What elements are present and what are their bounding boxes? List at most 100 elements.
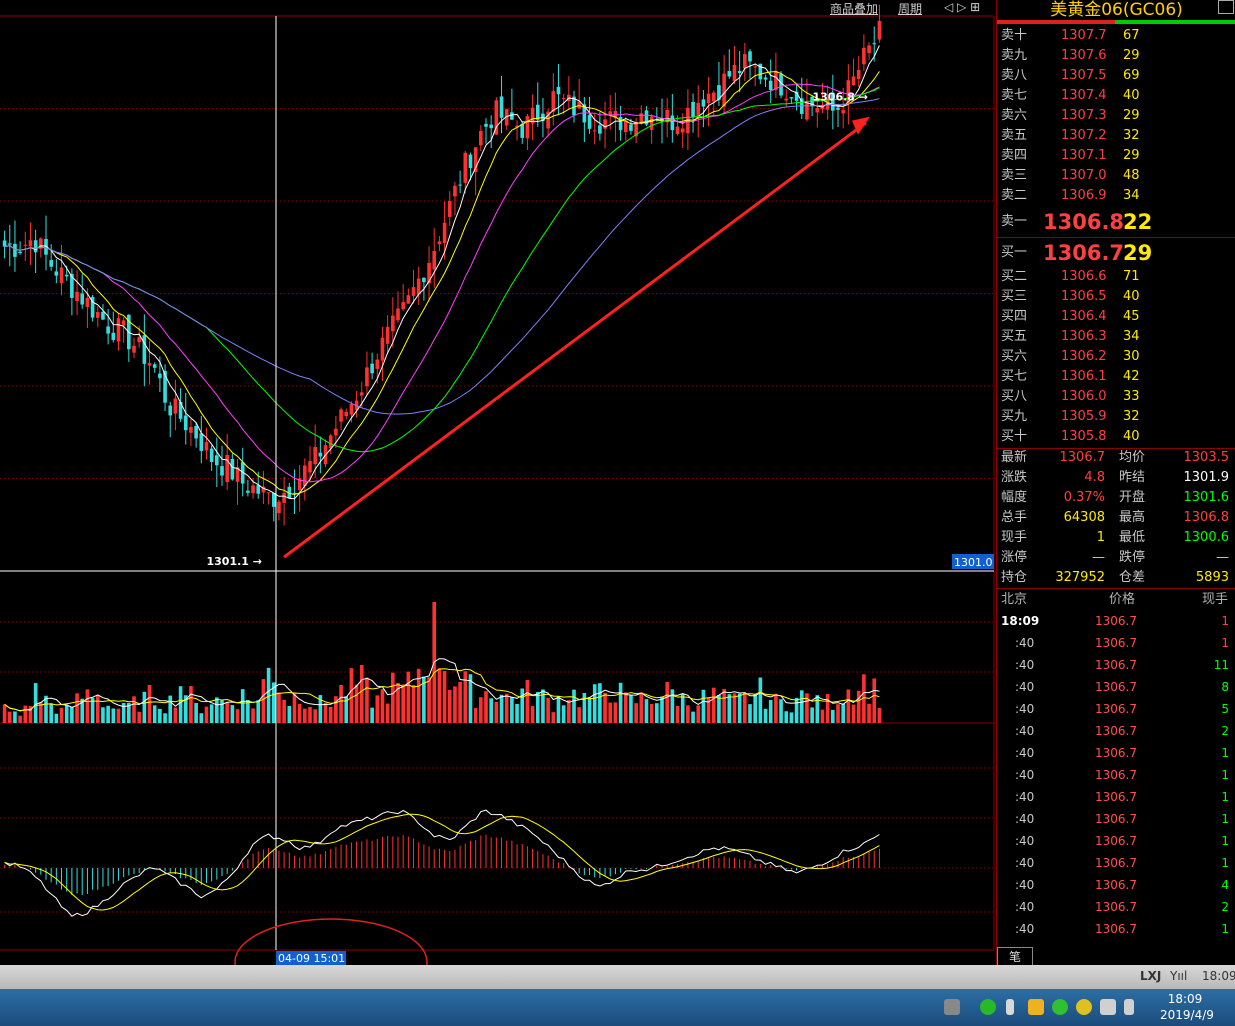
- network-icon[interactable]: [1100, 999, 1116, 1015]
- tick-row[interactable]: :40 1306.7 11: [997, 654, 1235, 676]
- bid-row[interactable]: 买一 1306.7 29: [997, 239, 1235, 267]
- tick-row[interactable]: :40 1306.7 1: [997, 830, 1235, 852]
- tick-row[interactable]: :40 1306.7 1: [997, 632, 1235, 654]
- keyboard-icon[interactable]: [944, 999, 960, 1015]
- wechat-icon[interactable]: [980, 999, 996, 1015]
- ob-label: 卖一: [1001, 214, 1028, 229]
- candlestick-chart[interactable]: 1306.8 → 1301.1 → 1301.0 04-09 15:01 商品叠加 周…: [0, 0, 996, 965]
- tick-row[interactable]: :40 1306.7 8: [997, 676, 1235, 698]
- volume-bar: [525, 680, 530, 723]
- tick-row[interactable]: :40 1306.7 1: [997, 808, 1235, 830]
- tab-ticks[interactable]: 笔: [997, 947, 1033, 966]
- overlay-button[interactable]: 商品叠加: [830, 0, 878, 17]
- ob-volume: 29: [1123, 148, 1140, 163]
- volume-bar: [696, 705, 701, 723]
- candle-body: [649, 116, 654, 130]
- volume-bar: [411, 685, 416, 723]
- volume-bar: [308, 706, 312, 723]
- volume-bar: [365, 677, 369, 723]
- volume-bar: [189, 686, 193, 723]
- candle-body: [691, 101, 695, 118]
- volume-bar: [54, 713, 59, 723]
- app-tray-icon[interactable]: [1028, 999, 1044, 1015]
- tick-row[interactable]: :40 1306.7 2: [997, 896, 1235, 918]
- volume-bar: [7, 711, 12, 723]
- candle-body: [763, 77, 768, 80]
- bid-row[interactable]: 买十 1305.8 40: [997, 427, 1235, 447]
- ask-row[interactable]: 卖五 1307.2 32: [997, 126, 1235, 146]
- candle-body: [706, 93, 711, 104]
- candle-body: [789, 97, 794, 99]
- clock[interactable]: 18:09 2019/4/9: [1160, 991, 1214, 1023]
- ob-price: 1307.3: [1061, 108, 1107, 123]
- thermometer-icon[interactable]: [1006, 999, 1014, 1015]
- volume-bar: [251, 708, 255, 723]
- volume-bar: [59, 707, 64, 723]
- tick-row[interactable]: :40 1306.7 1: [997, 742, 1235, 764]
- tick-row[interactable]: :40 1306.7 1: [997, 852, 1235, 874]
- window-restore-icon[interactable]: [1218, 0, 1234, 14]
- candle-body: [836, 107, 840, 110]
- nav-buttons[interactable]: ◁ ▷ ⊞: [944, 0, 980, 14]
- volume-bar: [323, 702, 328, 723]
- volume-bar: [810, 707, 814, 723]
- bid-row[interactable]: 买五 1306.3 34: [997, 327, 1235, 347]
- candle-body: [551, 91, 556, 112]
- quote-row: 现手 1 最低 1300.6: [997, 528, 1235, 548]
- ob-price: 1306.4: [1061, 309, 1107, 324]
- ask-row[interactable]: 卖十 1307.7 67: [997, 26, 1235, 46]
- ask-row[interactable]: 卖八 1307.5 69: [997, 66, 1235, 86]
- ticks-header: 北京 价格 现手: [997, 590, 1235, 610]
- volume-bar: [758, 677, 763, 723]
- ask-row[interactable]: 卖三 1307.0 48: [997, 166, 1235, 186]
- volume-bar: [49, 703, 53, 723]
- candle-body: [680, 128, 685, 133]
- bid-row[interactable]: 买四 1306.4 45: [997, 307, 1235, 327]
- tick-row[interactable]: :40 1306.7 5: [997, 698, 1235, 720]
- bid-row[interactable]: 买七 1306.1 42: [997, 367, 1235, 387]
- tick-row[interactable]: :40 1306.7 4: [997, 874, 1235, 896]
- bid-row[interactable]: 买九 1305.9 32: [997, 407, 1235, 427]
- green-tray-icon[interactable]: [1052, 999, 1068, 1015]
- candle-body: [256, 485, 261, 494]
- volume-bar: [613, 702, 618, 723]
- candle-body: [561, 97, 566, 99]
- ob-label: 卖三: [1001, 168, 1028, 183]
- ask-row[interactable]: 卖一 1306.8 22: [997, 208, 1235, 236]
- volume-bar: [101, 707, 105, 723]
- yellow-tray-icon[interactable]: [1076, 999, 1092, 1015]
- period-button[interactable]: 周期: [898, 0, 922, 17]
- tick-row[interactable]: :40 1306.7 1: [997, 918, 1235, 940]
- candle-body: [49, 260, 53, 267]
- bid-row[interactable]: 买六 1306.2 30: [997, 347, 1235, 367]
- ask-row[interactable]: 卖六 1307.3 29: [997, 106, 1235, 126]
- tick-row[interactable]: :40 1306.7 1: [997, 764, 1235, 786]
- bid-row[interactable]: 买三 1306.5 40: [997, 287, 1235, 307]
- candle-body: [2, 240, 7, 247]
- ask-row[interactable]: 卖二 1306.9 34: [997, 186, 1235, 206]
- ask-row[interactable]: 卖九 1307.6 29: [997, 46, 1235, 66]
- low-label: 1301.1 →: [207, 555, 263, 568]
- volume-bar: [774, 693, 778, 723]
- candle-body: [401, 302, 405, 310]
- candle-body: [111, 332, 116, 340]
- chart-svg[interactable]: 1306.8 → 1301.1 → 1301.0 04-09 15:01: [0, 0, 996, 965]
- ob-price: 1307.6: [1061, 48, 1107, 63]
- candle-body: [334, 428, 338, 436]
- ob-volume: 67: [1123, 28, 1140, 43]
- volume-bar: [711, 687, 716, 723]
- bid-row[interactable]: 买二 1306.6 71: [997, 267, 1235, 287]
- ob-label: 买六: [1001, 349, 1028, 364]
- volume-icon[interactable]: [1124, 999, 1134, 1015]
- ask-row[interactable]: 卖四 1307.1 29: [997, 146, 1235, 166]
- volume-bar: [199, 713, 204, 723]
- volume-bar: [789, 712, 794, 723]
- tick-row[interactable]: 18:09 1306.7 1: [997, 610, 1235, 632]
- bid-row[interactable]: 买八 1306.0 33: [997, 387, 1235, 407]
- volume-bar: [391, 672, 395, 723]
- ask-row[interactable]: 卖七 1307.4 40: [997, 86, 1235, 106]
- status-time: 18:09: [1202, 969, 1235, 983]
- volume-bar: [639, 692, 644, 723]
- tick-row[interactable]: :40 1306.7 2: [997, 720, 1235, 742]
- tick-row[interactable]: :40 1306.7 1: [997, 786, 1235, 808]
